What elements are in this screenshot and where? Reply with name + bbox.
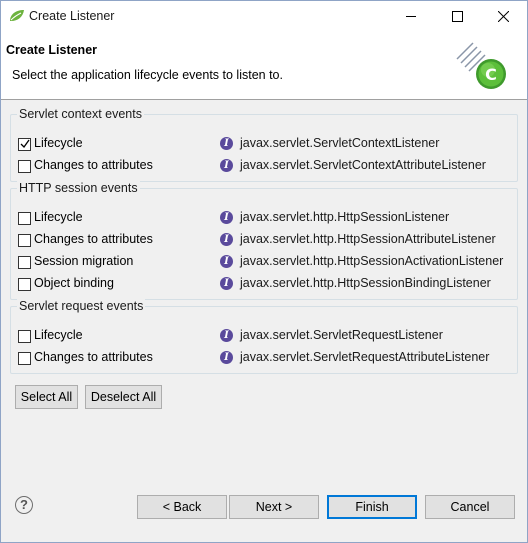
- option-label: Changes to attributes: [34, 158, 153, 172]
- lifecycle-checkbox[interactable]: [18, 330, 31, 343]
- option-label: Object binding: [34, 276, 114, 290]
- option-row[interactable]: Changes to attributes I javax.servlet.Se…: [18, 349, 513, 367]
- interface-name: javax.servlet.http.HttpSessionActivation…: [240, 254, 504, 268]
- attributes-checkbox[interactable]: [18, 160, 31, 173]
- deselect-all-button[interactable]: Deselect All: [85, 385, 162, 409]
- option-label: Changes to attributes: [34, 350, 153, 364]
- attributes-checkbox[interactable]: [18, 352, 31, 365]
- finish-button[interactable]: Finish: [327, 495, 417, 519]
- minimize-button[interactable]: [389, 1, 435, 32]
- attributes-checkbox[interactable]: [18, 234, 31, 247]
- wizard-header: Create Listener Select the application l…: [1, 32, 527, 100]
- option-label: Changes to attributes: [34, 232, 153, 246]
- minimize-icon: [406, 16, 416, 17]
- option-label: Lifecycle: [34, 210, 83, 224]
- http-session-group: HTTP session events Lifecycle I javax.se…: [10, 181, 518, 300]
- maximize-button[interactable]: [435, 1, 481, 32]
- window-title: Create Listener: [29, 9, 115, 23]
- interface-name: javax.servlet.http.HttpSessionBindingLis…: [240, 276, 491, 290]
- group-title: Servlet request events: [17, 299, 146, 313]
- select-all-button[interactable]: Select All: [15, 385, 78, 409]
- option-label: Lifecycle: [34, 136, 83, 150]
- group-title: HTTP session events: [17, 181, 140, 195]
- svg-text:C: C: [485, 65, 497, 84]
- wizard-class-icon: C: [456, 42, 506, 89]
- close-button[interactable]: [481, 1, 527, 32]
- interface-icon: I: [220, 137, 233, 150]
- option-row[interactable]: Changes to attributes I javax.servlet.ht…: [18, 231, 513, 249]
- lifecycle-checkbox[interactable]: [18, 212, 31, 225]
- servlet-context-group: Servlet context events Lifecycle I javax…: [10, 107, 518, 182]
- session-migration-checkbox[interactable]: [18, 256, 31, 269]
- option-row[interactable]: Object binding I javax.servlet.http.Http…: [18, 275, 513, 293]
- spring-leaf-icon: [10, 10, 24, 21]
- interface-icon: I: [220, 329, 233, 342]
- object-binding-checkbox[interactable]: [18, 278, 31, 291]
- lifecycle-checkbox[interactable]: [18, 138, 31, 151]
- option-row[interactable]: Lifecycle I javax.servlet.ServletRequest…: [18, 327, 513, 345]
- help-icon[interactable]: ?: [15, 496, 33, 514]
- next-button[interactable]: Next >: [229, 495, 319, 519]
- option-row[interactable]: Lifecycle I javax.servlet.http.HttpSessi…: [18, 209, 513, 227]
- option-label: Lifecycle: [34, 328, 83, 342]
- create-listener-dialog: Create Listener Create Listener Select t…: [0, 0, 528, 543]
- cancel-button[interactable]: Cancel: [425, 495, 515, 519]
- option-row[interactable]: Session migration I javax.servlet.http.H…: [18, 253, 513, 271]
- interface-icon: I: [220, 211, 233, 224]
- back-button[interactable]: < Back: [137, 495, 227, 519]
- interface-icon: I: [220, 277, 233, 290]
- interface-icon: I: [220, 255, 233, 268]
- group-title: Servlet context events: [17, 107, 144, 121]
- page-title: Create Listener: [6, 43, 98, 57]
- interface-name: javax.servlet.http.HttpSessionAttributeL…: [240, 232, 496, 246]
- maximize-icon: [452, 11, 463, 22]
- option-label: Session migration: [34, 254, 134, 268]
- option-row[interactable]: Changes to attributes I javax.servlet.Se…: [18, 157, 513, 175]
- option-row[interactable]: Lifecycle I javax.servlet.ServletContext…: [18, 135, 513, 153]
- check-icon: [20, 139, 30, 149]
- interface-icon: I: [220, 233, 233, 246]
- wizard-footer: ? < Back Next > Finish Cancel: [1, 480, 527, 542]
- interface-name: javax.servlet.ServletRequestListener: [240, 328, 443, 342]
- interface-icon: I: [220, 351, 233, 364]
- interface-icon: I: [220, 159, 233, 172]
- interface-name: javax.servlet.ServletContextListener: [240, 136, 440, 150]
- title-bar: Create Listener: [1, 1, 527, 32]
- close-icon: [498, 11, 509, 22]
- page-description: Select the application lifecycle events …: [12, 68, 283, 82]
- interface-name: javax.servlet.http.HttpSessionListener: [240, 210, 450, 224]
- interface-name: javax.servlet.ServletRequestAttributeLis…: [240, 350, 490, 364]
- interface-name: javax.servlet.ServletContextAttributeLis…: [240, 158, 486, 172]
- servlet-request-group: Servlet request events Lifecycle I javax…: [10, 299, 518, 374]
- wizard-content: Servlet context events Lifecycle I javax…: [1, 100, 527, 480]
